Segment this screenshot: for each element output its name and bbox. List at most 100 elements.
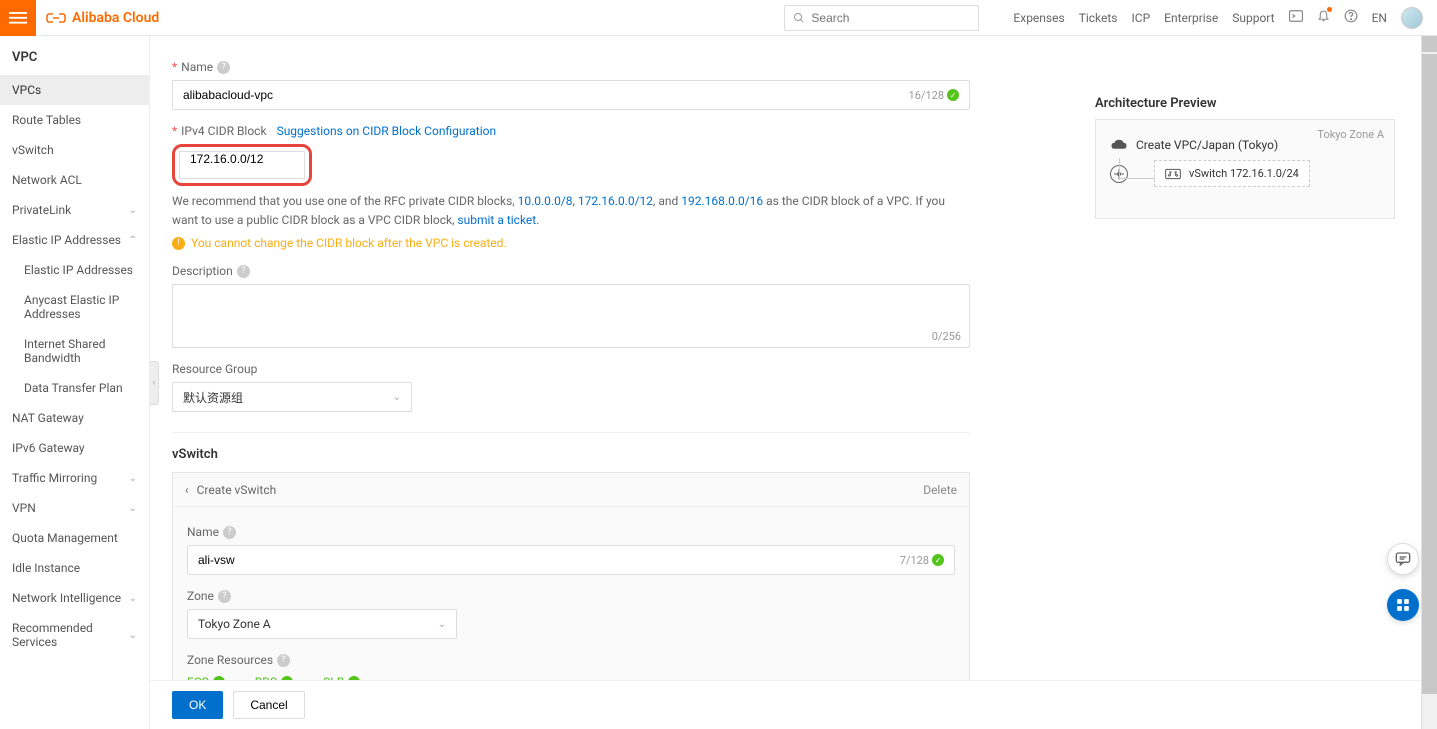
- name-input-wrapper: 16/128✓: [172, 80, 970, 110]
- hamburger-menu[interactable]: [0, 0, 36, 36]
- search-icon: [793, 12, 805, 24]
- description-label: Description ?: [172, 264, 970, 278]
- sidebar-item-vswitch[interactable]: vSwitch: [0, 135, 149, 165]
- cidr-suggestions-link[interactable]: Suggestions on CIDR Block Configuration: [277, 124, 497, 138]
- vswitch-section-title: vSwitch: [172, 447, 970, 462]
- help-icon[interactable]: ?: [277, 654, 290, 667]
- cidr-link-172[interactable]: 172.16.0.0/12: [578, 194, 653, 208]
- sidebar-item-vpn[interactable]: VPN⌄: [0, 493, 149, 523]
- sidebar-item-idle-instance[interactable]: Idle Instance: [0, 553, 149, 583]
- vswitch-zone-label: Zone ?: [187, 589, 955, 603]
- sidebar-item-quota[interactable]: Quota Management: [0, 523, 149, 553]
- chevron-down-icon: ⌄: [393, 392, 401, 403]
- cloud-icon: [1110, 138, 1128, 152]
- sidebar-item-route-tables[interactable]: Route Tables: [0, 105, 149, 135]
- global-search[interactable]: [784, 5, 979, 31]
- description-textarea[interactable]: [183, 291, 959, 331]
- help-icon[interactable]: ?: [217, 61, 230, 74]
- form-footer: OK Cancel: [150, 680, 1437, 729]
- preview-title: Architecture Preview: [1095, 96, 1395, 111]
- sidebar-item-recommended[interactable]: Recommended Services⌄: [0, 613, 149, 657]
- name-counter: 16/128✓: [909, 89, 959, 102]
- vswitch-zone-select[interactable]: Tokyo Zone A⌄: [187, 609, 457, 639]
- cidr-link-192[interactable]: 192.168.0.0/16: [681, 194, 763, 208]
- check-icon: ✓: [947, 89, 959, 101]
- chevron-down-icon: ⌄: [129, 473, 137, 484]
- scrollbar[interactable]: [1421, 36, 1437, 729]
- architecture-preview: Architecture Preview Tokyo Zone A Create…: [1095, 96, 1395, 219]
- preview-zone-label: Tokyo Zone A: [1317, 128, 1384, 141]
- vswitch-delete-button[interactable]: Delete: [923, 483, 957, 497]
- back-chevron-icon[interactable]: ‹: [185, 483, 189, 497]
- cidr-link-10[interactable]: 10.0.0.0/8: [518, 194, 573, 208]
- description-counter: 0/256: [932, 330, 961, 343]
- header-links: Expenses Tickets ICP Enterprise Support …: [999, 7, 1437, 29]
- cidr-input-highlight: [172, 144, 312, 186]
- vpc-name-input[interactable]: [183, 88, 909, 102]
- preview-vswitch-node: vSwitch 172.16.1.0/24: [1154, 160, 1310, 187]
- language-switch[interactable]: EN: [1372, 11, 1387, 25]
- header: Alibaba Cloud Expenses Tickets ICP Enter…: [0, 0, 1437, 36]
- sidebar-title: VPC: [0, 36, 149, 75]
- submit-ticket-link[interactable]: submit a ticket: [457, 213, 536, 227]
- nav-enterprise[interactable]: Enterprise: [1164, 11, 1218, 25]
- sidebar-item-eip[interactable]: Elastic IP Addresses⌃: [0, 225, 149, 255]
- alibaba-logo-icon: [46, 11, 66, 25]
- nav-tickets[interactable]: Tickets: [1079, 11, 1118, 25]
- cidr-label: *IPv4 CIDR BlockSuggestions on CIDR Bloc…: [172, 124, 970, 138]
- sidebar-item-network-acl[interactable]: Network ACL: [0, 165, 149, 195]
- sidebar-item-privatelink[interactable]: PrivateLink⌄: [0, 195, 149, 225]
- chevron-up-icon: ⌃: [129, 235, 137, 246]
- check-icon: ✓: [932, 554, 944, 566]
- chat-float-button[interactable]: [1387, 543, 1419, 575]
- zone-resources-label: Zone Resources ?: [187, 653, 955, 667]
- brand-name: Alibaba Cloud: [72, 10, 159, 26]
- float-buttons: [1387, 543, 1419, 621]
- sidebar-item-nat-gateway[interactable]: NAT Gateway: [0, 403, 149, 433]
- help-icon[interactable]: ?: [237, 265, 250, 278]
- help-icon[interactable]: [1344, 9, 1358, 26]
- search-input[interactable]: [811, 11, 970, 25]
- chat-icon: [1395, 551, 1411, 567]
- vswitch-create-title: Create vSwitch: [197, 483, 277, 497]
- apps-float-button[interactable]: [1387, 589, 1419, 621]
- vswitch-name-counter: 7/128✓: [900, 554, 944, 567]
- cancel-button[interactable]: Cancel: [233, 691, 304, 719]
- chevron-down-icon: ⌄: [438, 619, 446, 630]
- sidebar-item-network-intel[interactable]: Network Intelligence⌄: [0, 583, 149, 613]
- sidebar-item-anycast-eip[interactable]: Anycast Elastic IP Addresses: [0, 285, 149, 329]
- hamburger-icon: [9, 9, 27, 27]
- sidebar-item-traffic-mirroring[interactable]: Traffic Mirroring⌄: [0, 463, 149, 493]
- nav-expenses[interactable]: Expenses: [1013, 11, 1064, 25]
- vswitch-icon: [1165, 168, 1181, 180]
- sidebar-item-shared-bandwidth[interactable]: Internet Shared Bandwidth: [0, 329, 149, 373]
- warning-icon: !: [172, 237, 185, 250]
- cidr-recommend-text: We recommend that you use one of the RFC…: [172, 192, 970, 230]
- ok-button[interactable]: OK: [172, 691, 223, 719]
- sidebar-item-data-transfer[interactable]: Data Transfer Plan: [0, 373, 149, 403]
- vswitch-name-label: Name ?: [187, 525, 955, 539]
- chevron-down-icon: ⌄: [129, 593, 137, 604]
- vswitch-panel: ‹ Create vSwitch Delete Name ? 7/128✓ Zo…: [172, 472, 970, 680]
- sidebar-collapse-handle[interactable]: ‹: [150, 361, 159, 405]
- sidebar-item-eip-addresses[interactable]: Elastic IP Addresses: [0, 255, 149, 285]
- divider: [172, 432, 970, 433]
- vswitch-name-wrapper: 7/128✓: [187, 545, 955, 575]
- help-icon[interactable]: ?: [223, 526, 236, 539]
- resource-group-label: Resource Group: [172, 362, 970, 376]
- sidebar-item-vpcs[interactable]: VPCs: [0, 75, 149, 105]
- nav-support[interactable]: Support: [1232, 11, 1274, 25]
- brand-logo[interactable]: Alibaba Cloud: [36, 10, 169, 26]
- user-avatar[interactable]: [1401, 7, 1423, 29]
- resource-group-select[interactable]: 默认资源组⌄: [172, 382, 412, 412]
- sidebar-item-ipv6-gateway[interactable]: IPv6 Gateway: [0, 433, 149, 463]
- vswitch-panel-header: ‹ Create vSwitch Delete: [173, 473, 969, 507]
- chevron-down-icon: ⌄: [129, 630, 137, 641]
- nav-icp[interactable]: ICP: [1132, 11, 1151, 25]
- notifications-icon[interactable]: [1317, 9, 1330, 26]
- shell-icon[interactable]: [1289, 10, 1303, 25]
- name-label: *Name ?: [172, 60, 970, 74]
- help-icon[interactable]: ?: [218, 590, 231, 603]
- vswitch-name-input[interactable]: [198, 553, 900, 567]
- vpc-cidr-input[interactable]: [190, 152, 294, 166]
